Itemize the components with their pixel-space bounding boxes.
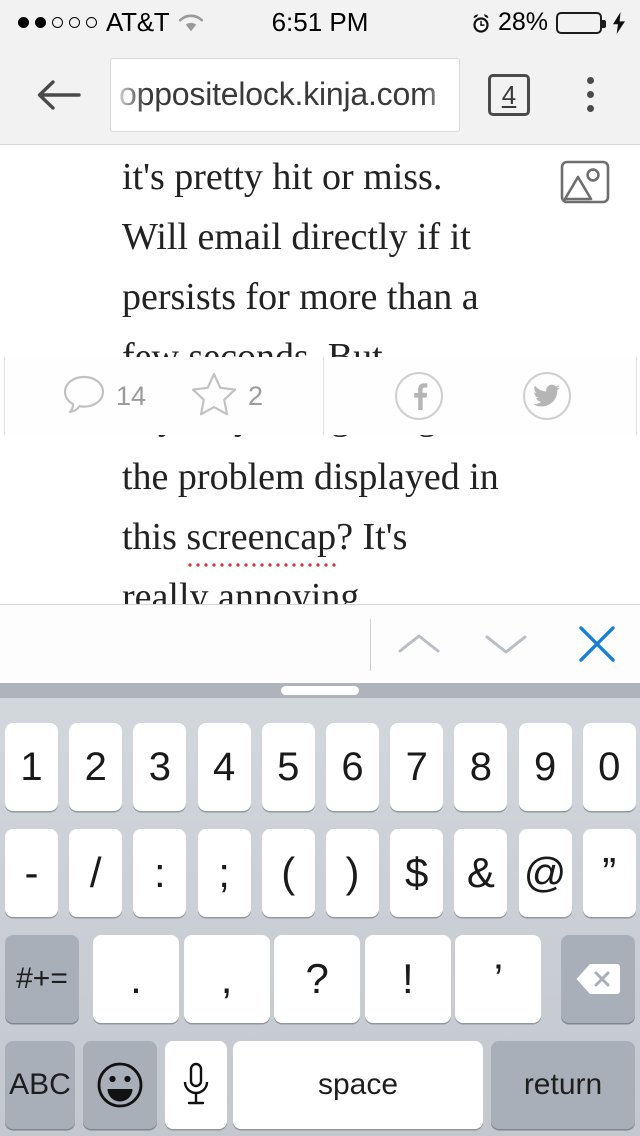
- status-bar: AT&T 6:51 PM 28%: [0, 0, 640, 45]
- keyboard-handle-bar[interactable]: [0, 683, 640, 698]
- web-page-content[interactable]: it's pretty hit or miss. Will email dire…: [0, 146, 640, 604]
- key-dictation-microphone[interactable]: [165, 1041, 227, 1129]
- social-divider-left: [4, 357, 5, 435]
- article-text-suffix: ? It's: [336, 516, 408, 558]
- key-hyphen[interactable]: -: [5, 829, 58, 917]
- social-share-bar: 14 2: [0, 357, 640, 435]
- key-slash[interactable]: /: [69, 829, 123, 917]
- back-button[interactable]: [30, 67, 85, 122]
- key-abc-toggle[interactable]: ABC: [5, 1041, 75, 1129]
- key-3[interactable]: 3: [133, 723, 187, 811]
- accessory-divider: [370, 619, 371, 671]
- twitter-icon: [523, 372, 571, 420]
- facebook-share-button[interactable]: [395, 372, 443, 420]
- tab-switcher-button[interactable]: 4: [488, 73, 530, 116]
- star-icon: [190, 371, 238, 422]
- key-1[interactable]: 1: [5, 723, 58, 811]
- key-semicolon[interactable]: ;: [197, 829, 251, 917]
- key-6[interactable]: 6: [326, 723, 379, 811]
- menu-dot-2: [586, 91, 594, 98]
- key-2[interactable]: 2: [69, 723, 123, 811]
- status-bar-right: 28%: [470, 8, 626, 37]
- article-line: it's pretty hit or miss.: [122, 156, 443, 198]
- key-ampersand[interactable]: &: [454, 829, 508, 917]
- key-9[interactable]: 9: [518, 723, 572, 811]
- key-0[interactable]: 0: [582, 723, 636, 811]
- misspelled-word: screencap: [186, 516, 337, 558]
- key-comma[interactable]: ,: [183, 935, 270, 1023]
- keyboard-accessory-bar: [0, 604, 640, 683]
- key-4[interactable]: 4: [197, 723, 251, 811]
- form-next-button[interactable]: [475, 613, 537, 675]
- comment-count-button[interactable]: 14: [62, 373, 146, 420]
- key-period[interactable]: .: [93, 935, 179, 1023]
- key-return[interactable]: return: [491, 1041, 635, 1129]
- alarm-clock-icon: [470, 13, 490, 33]
- key-dollar[interactable]: $: [390, 829, 444, 917]
- star-count-label: 2: [248, 380, 264, 411]
- star-count-button[interactable]: 2: [190, 371, 263, 422]
- key-emoji[interactable]: [83, 1041, 157, 1129]
- battery-percent-label: 28%: [497, 8, 548, 36]
- social-divider-right: [636, 357, 637, 435]
- key-apostrophe[interactable]: ’: [455, 935, 542, 1023]
- comment-count-label: 14: [116, 380, 147, 411]
- url-bar[interactable]: oppositelock.kinja.com: [110, 57, 460, 132]
- phone-screen: AT&T 6:51 PM 28% oppositelock.kinja.com …: [0, 0, 640, 1136]
- key-left-paren[interactable]: (: [261, 829, 315, 917]
- on-screen-keyboard: 1234567890 -/:;()$&@” #+= .,?!’ ABC: [0, 683, 640, 1136]
- tab-count-label: 4: [501, 79, 517, 110]
- keyboard-drag-handle[interactable]: [281, 686, 359, 695]
- key-symbols-toggle[interactable]: #+=: [5, 935, 79, 1023]
- key-question[interactable]: ?: [274, 935, 361, 1023]
- article-line: the problem displayed in: [122, 456, 499, 498]
- photo-gallery-icon[interactable]: [560, 160, 610, 204]
- keyboard-done-button[interactable]: [566, 613, 628, 675]
- key-backspace[interactable]: [561, 935, 635, 1023]
- article-line: Will email directly if it: [122, 216, 471, 258]
- browser-toolbar: oppositelock.kinja.com 4: [0, 45, 640, 145]
- url-text: oppositelock.kinja.com: [119, 76, 437, 112]
- form-previous-button[interactable]: [388, 613, 450, 675]
- comment-bubble-icon: [62, 373, 106, 420]
- article-text-prefix: this: [122, 516, 187, 558]
- key-right-paren[interactable]: ): [326, 829, 379, 917]
- menu-dot-3: [586, 105, 594, 112]
- key-double-quote[interactable]: ”: [582, 829, 636, 917]
- key-8[interactable]: 8: [454, 723, 508, 811]
- key-5[interactable]: 5: [261, 723, 315, 811]
- facebook-icon: [395, 372, 443, 420]
- key-space[interactable]: space: [233, 1041, 483, 1129]
- three-dot-menu-icon[interactable]: [568, 66, 612, 124]
- battery-icon: [556, 11, 606, 34]
- article-line: persists for more than a: [122, 276, 479, 318]
- key-at[interactable]: @: [518, 829, 572, 917]
- twitter-share-button[interactable]: [523, 372, 571, 420]
- menu-dot-1: [586, 77, 594, 84]
- social-divider-middle: [323, 357, 324, 435]
- key-7[interactable]: 7: [390, 723, 444, 811]
- key-exclamation[interactable]: !: [364, 935, 451, 1023]
- key-colon[interactable]: :: [133, 829, 187, 917]
- lightning-bolt-icon: [612, 11, 626, 34]
- article-line-misspelled: this screencap? It's: [122, 518, 407, 556]
- article-line: really annoying: [122, 576, 360, 604]
